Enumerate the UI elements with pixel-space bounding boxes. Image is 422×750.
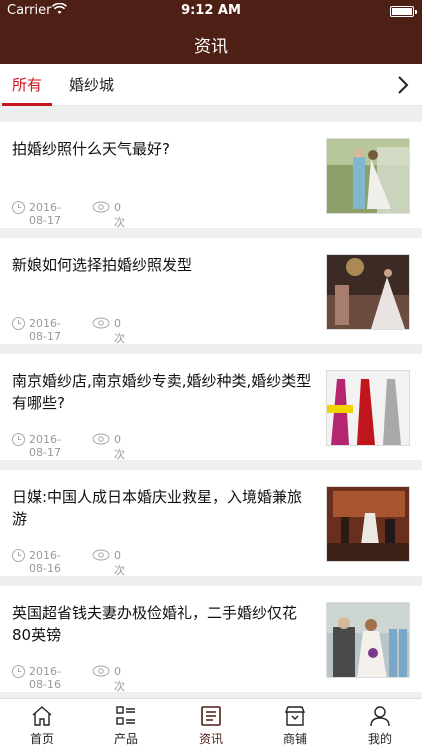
clock-icon [12,201,25,214]
tabbar-label: 我的 [367,732,392,746]
tabbar-label: 资讯 [198,732,223,746]
news-title: 英国超省钱夫妻办极俭婚礼，二手婚纱仅花80英镑 [12,604,298,644]
clock-time: 9:12 AM [181,3,241,18]
tabbar-products[interactable]: 产品 [84,699,168,750]
top-bar: Carrier 9:12 AM 资讯 [0,0,422,64]
tabbar-label: 产品 [113,732,138,746]
tabbar-label: 商铺 [282,732,307,746]
news-views: 0次 [114,201,125,229]
news-views: 0次 [114,317,125,345]
news-item[interactable]: 南京婚纱店,南京婚纱专卖,婚纱种类,婚纱类型有哪些? 2016-08-17 0次 [0,354,422,461]
news-views: 0次 [114,549,125,577]
chevron-right-icon[interactable] [394,75,412,95]
list-icon [116,706,135,725]
tab-label: 婚纱城 [69,76,115,94]
news-thumbnail [326,370,410,446]
news-date: 2016-08-17 [29,201,61,227]
eye-icon [92,317,110,329]
news-title: 南京婚纱店,南京婚纱专卖,婚纱种类,婚纱类型有哪些? [12,372,312,412]
clock-icon [12,433,25,446]
news-item[interactable]: 英国超省钱夫妻办极俭婚礼，二手婚纱仅花80英镑 2016-08-16 0次 [0,586,422,693]
home-icon [32,706,52,726]
news-item[interactable]: 新娘如何选择拍婚纱照发型 2016-08-17 0次 [0,238,422,345]
news-thumbnail [326,138,410,214]
news-title: 新娘如何选择拍婚纱照发型 [12,256,193,274]
eye-icon [92,201,110,213]
tabbar-shop[interactable]: 商铺 [253,699,337,750]
page-title: 资讯 [194,37,228,57]
screen: Carrier 9:12 AM 资讯 所有 婚纱城 拍婚纱照什么天气最好? 20… [0,0,422,750]
news-icon [201,706,221,726]
news-views: 0次 [114,433,125,461]
category-tabs: 所有 婚纱城 [0,64,422,106]
news-item[interactable]: 拍婚纱照什么天气最好? 2016-08-17 0次 [0,122,422,229]
news-title: 拍婚纱照什么天气最好? [12,140,170,158]
tab-wedding-city[interactable]: 婚纱城 [69,64,114,106]
tabbar-home[interactable]: 首页 [0,699,84,750]
news-title: 日媒:中国人成日本婚庆业救星，入境婚兼旅游 [12,488,303,528]
news-date: 2016-08-17 [29,317,61,343]
tabbar-news[interactable]: 资讯 [169,699,253,750]
tab-label: 所有 [12,76,43,94]
shop-icon [284,706,306,726]
eye-icon [92,549,110,561]
battery-icon [390,6,417,17]
tabbar-label: 首页 [29,732,54,746]
news-date: 2016-08-16 [29,549,61,575]
news-thumbnail [326,254,410,330]
user-icon [370,706,390,727]
eye-icon [92,433,110,445]
bottom-tab-bar: 首页 产品 资讯 商铺 我的 [0,698,422,750]
news-date: 2016-08-16 [29,665,61,691]
tab-all[interactable]: 所有 [1,64,53,106]
news-thumbnail [326,486,410,562]
news-date: 2016-08-17 [29,433,61,459]
news-item[interactable]: 日媒:中国人成日本婚庆业救星，入境婚兼旅游 2016-08-16 0次 [0,470,422,577]
eye-icon [92,665,110,677]
clock-icon [12,665,25,678]
clock-icon [12,317,25,330]
clock-icon [12,549,25,562]
tabbar-profile[interactable]: 我的 [338,699,422,750]
news-thumbnail [326,602,410,678]
status-bar: Carrier 9:12 AM [0,0,422,22]
news-views: 0次 [114,665,125,693]
